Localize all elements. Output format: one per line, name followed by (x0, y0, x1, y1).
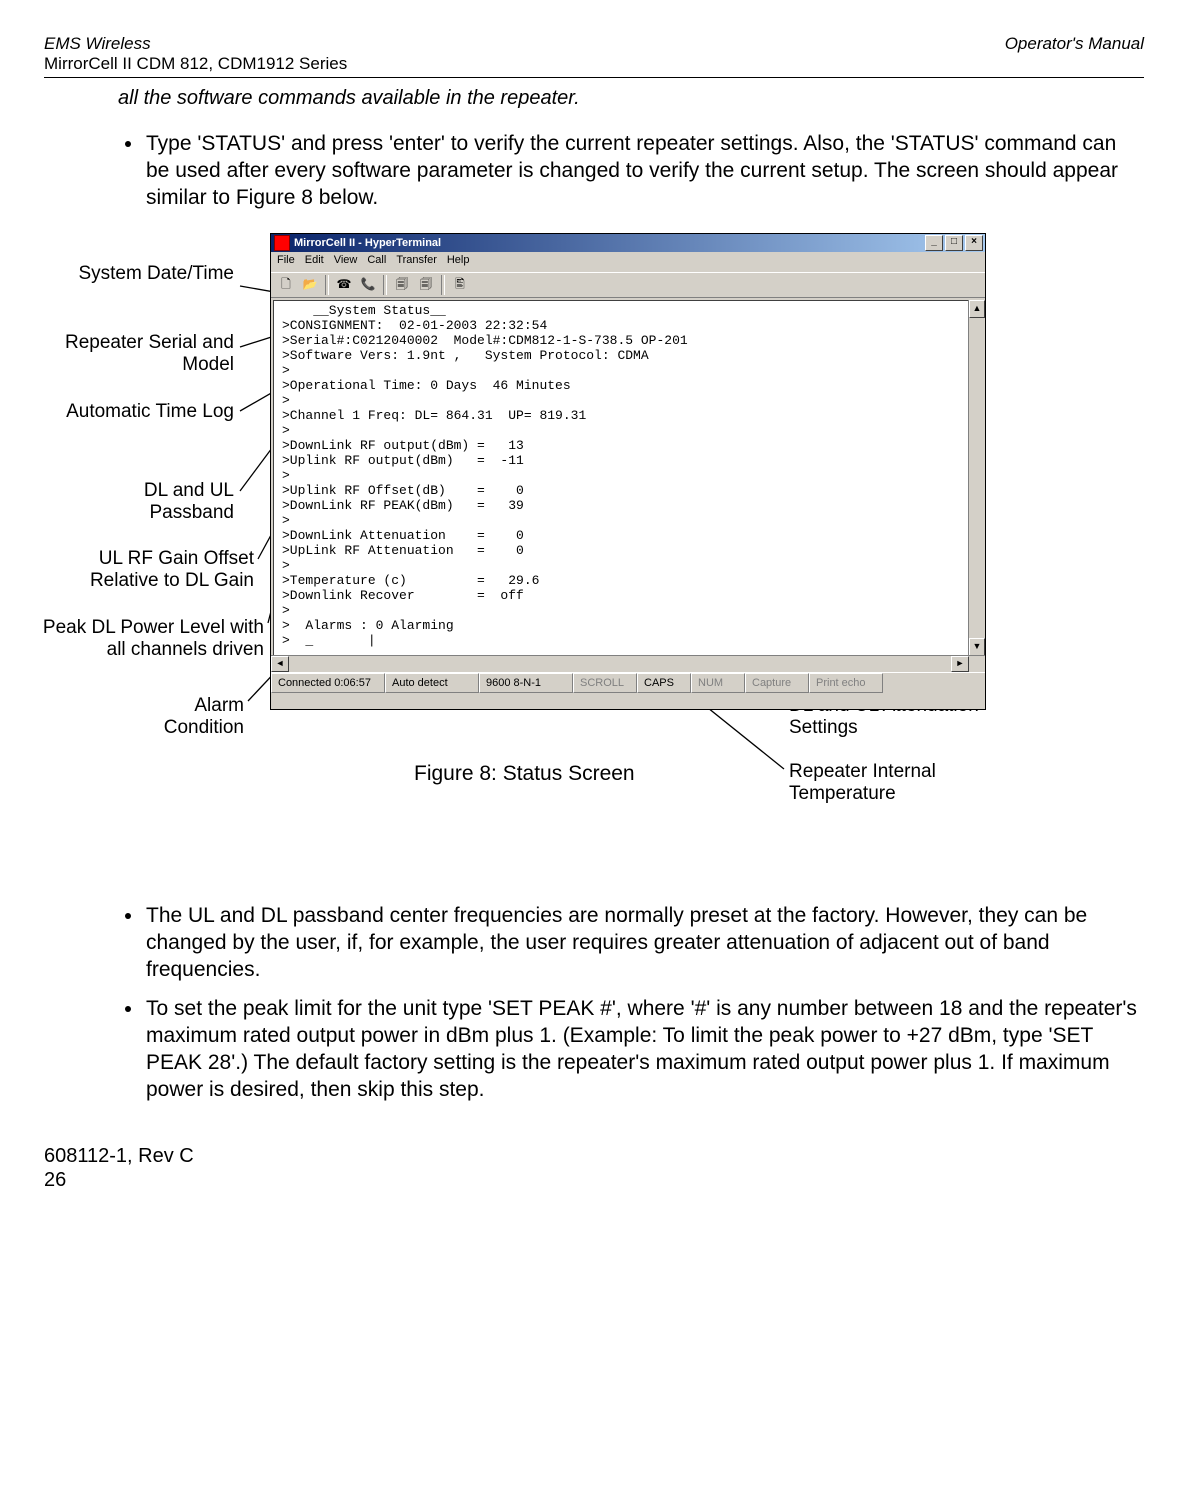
titlebar: MirrorCell II - HyperTerminal _ □ × (271, 234, 985, 252)
menubar: File Edit View Call Transfer Help (271, 252, 985, 272)
callout-label: UL RF Gain Offset Relative to DL Gain (90, 548, 254, 591)
terminal-output[interactable]: __System Status__ >CONSIGNMENT: 02-01-20… (273, 300, 983, 670)
callout-peak-dl-power: Peak DL Power Level with all channels dr… (24, 617, 264, 661)
doc-number: 608112-1, Rev C (44, 1144, 1144, 1168)
menu-view[interactable]: View (334, 254, 358, 272)
separator (325, 275, 329, 295)
callout-ul-rf-gain-offset: UL RF Gain Offset Relative to DL Gain (44, 548, 254, 592)
callout-label: Peak DL Power Level with all channels dr… (43, 617, 264, 660)
tool-new-icon[interactable]: 🗋 (275, 274, 297, 296)
tool-props-icon[interactable]: 🖺 (449, 274, 471, 296)
menu-file[interactable]: File (277, 254, 295, 272)
figure-area: System Date/Time Repeater Serial and Mod… (44, 223, 1144, 813)
hyperterminal-window: MirrorCell II - HyperTerminal _ □ × File… (270, 233, 986, 710)
callout-label: Repeater Serial and Model (65, 332, 234, 375)
page-number: 26 (44, 1168, 1144, 1192)
callout-system-date-time: System Date/Time (64, 263, 234, 285)
bullet-status: Type 'STATUS' and press 'enter' to verif… (144, 131, 1144, 212)
callout-repeater-temp: Repeater Internal Temperature (789, 761, 1019, 805)
callout-dl-ul-passband: DL and UL Passband (64, 480, 234, 524)
status-capture: Capture (745, 673, 809, 693)
tool-hangup-icon[interactable]: 📞 (357, 274, 379, 296)
callout-label: DL and UL Passband (144, 480, 234, 523)
status-connected: Connected 0:06:57 (271, 673, 385, 693)
bullet-setpeak: To set the peak limit for the unit type … (144, 996, 1144, 1104)
callout-alarm-condition: Alarm Condition (114, 695, 244, 739)
separator (383, 275, 387, 295)
callout-automatic-time-log: Automatic Time Log (64, 401, 234, 423)
brand: EMS Wireless (44, 34, 151, 53)
callout-label: System Date/Time (78, 263, 234, 284)
bullet-passband: The UL and DL passband center frequencie… (144, 903, 1144, 984)
separator (441, 275, 445, 295)
menu-transfer[interactable]: Transfer (396, 254, 437, 272)
menu-help[interactable]: Help (447, 254, 470, 272)
tool-call-icon[interactable]: ☎ (333, 274, 355, 296)
doc-type: Operator's Manual (1005, 34, 1144, 53)
status-print: Print echo (809, 673, 883, 693)
callout-label: Alarm Condition (164, 695, 244, 738)
minimize-button[interactable]: _ (925, 235, 943, 251)
tool-receive-icon[interactable]: 🗐 (415, 274, 437, 296)
window-title: MirrorCell II - HyperTerminal (294, 237, 441, 251)
statusbar: Connected 0:06:57 Auto detect 9600 8-N-1… (271, 672, 985, 693)
tool-open-icon[interactable]: 📂 (299, 274, 321, 296)
menu-call[interactable]: Call (367, 254, 386, 272)
tool-send-icon[interactable]: 🗐 (391, 274, 413, 296)
close-button[interactable]: × (965, 235, 983, 251)
status-port: 9600 8-N-1 (479, 673, 573, 693)
app-icon (274, 235, 290, 251)
menu-edit[interactable]: Edit (305, 254, 324, 272)
status-caps: CAPS (637, 673, 691, 693)
maximize-button[interactable]: □ (945, 235, 963, 251)
status-num: NUM (691, 673, 745, 693)
status-scroll: SCROLL (573, 673, 637, 693)
series: MirrorCell II CDM 812, CDM1912 Series (44, 54, 347, 73)
page-footer: 608112-1, Rev C 26 (44, 1144, 1144, 1192)
callout-label: Automatic Time Log (66, 401, 234, 422)
callout-label: Repeater Internal Temperature (789, 761, 936, 804)
figure-caption: Figure 8: Status Screen (414, 761, 635, 787)
page-header: EMS Wireless MirrorCell II CDM 812, CDM1… (44, 34, 1144, 78)
continuation-text: all the software commands available in t… (118, 86, 1144, 111)
callout-repeater-serial-model: Repeater Serial and Model (64, 332, 234, 376)
toolbar: 🗋 📂 ☎ 📞 🗐 🗐 🖺 (271, 272, 985, 298)
status-detect: Auto detect (385, 673, 479, 693)
